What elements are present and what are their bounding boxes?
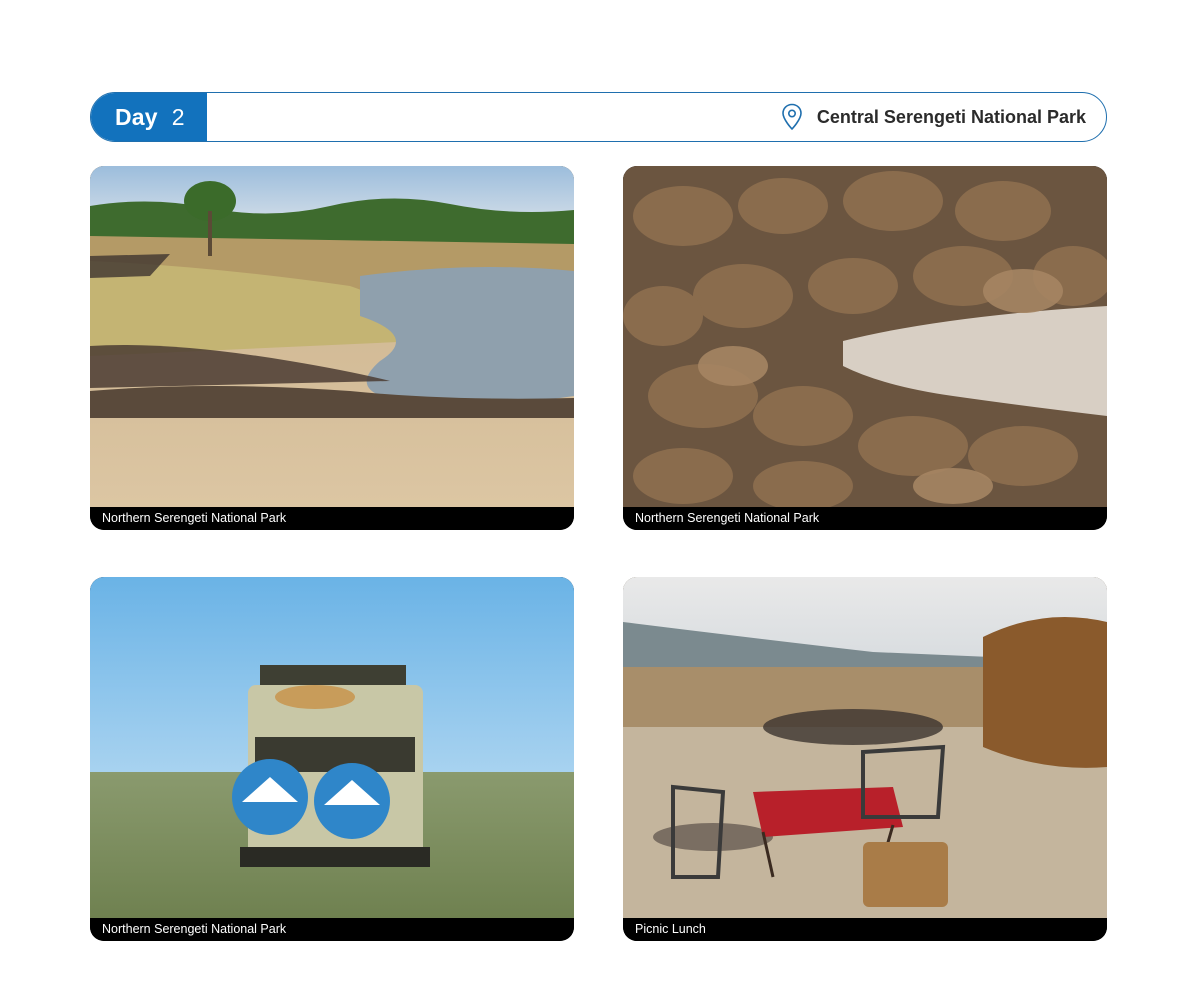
photo-card-4: Picnic Lunch	[623, 577, 1107, 941]
river-crossing-photo	[90, 166, 574, 507]
location-pin-icon	[782, 103, 802, 131]
cheetah-vehicle-photo	[90, 577, 574, 918]
day-badge: Day 2	[91, 93, 207, 141]
day-number: 2	[171, 103, 185, 130]
photo-caption: Northern Serengeti National Park	[90, 918, 574, 941]
picnic-lunch-photo	[623, 577, 1107, 918]
photo-caption: Picnic Lunch	[623, 918, 1107, 941]
location: Central Serengeti National Park	[781, 93, 1086, 141]
photo-caption: Northern Serengeti National Park	[90, 507, 574, 530]
photo-card-2: Northern Serengeti National Park	[623, 166, 1107, 530]
photo-card-1: Northern Serengeti National Park	[90, 166, 574, 530]
day-label: Day	[115, 103, 158, 130]
photo-card-3: Northern Serengeti National Park	[90, 577, 574, 941]
wildebeest-herd-photo	[623, 166, 1107, 507]
location-name: Central Serengeti National Park	[816, 106, 1086, 127]
day-header: Day 2 Central Serengeti National Park	[90, 92, 1107, 142]
photo-caption: Northern Serengeti National Park	[623, 507, 1107, 530]
